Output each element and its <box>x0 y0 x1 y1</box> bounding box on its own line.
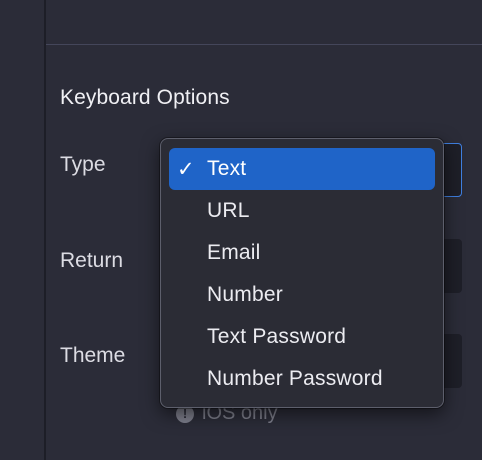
type-dropdown-menu: ✓ Text URL Email Number Text Password Nu… <box>160 138 444 408</box>
left-rail <box>0 0 44 460</box>
menu-item-label: URL <box>207 199 250 222</box>
type-label: Type <box>60 153 106 176</box>
checkmark-icon: ✓ <box>177 157 195 181</box>
menu-item-label: Number Password <box>207 367 383 390</box>
menu-item-label: Text Password <box>207 325 347 348</box>
menu-item-text-password[interactable]: Text Password <box>169 316 435 358</box>
return-label: Return <box>60 249 124 272</box>
menu-item-label: Number <box>207 283 283 306</box>
menu-item-label: Email <box>207 241 261 264</box>
menu-item-email[interactable]: Email <box>169 232 435 274</box>
menu-item-text[interactable]: ✓ Text <box>169 148 435 190</box>
menu-item-url[interactable]: URL <box>169 190 435 232</box>
menu-item-number[interactable]: Number <box>169 274 435 316</box>
menu-item-label: Text <box>207 157 247 180</box>
menu-item-number-password[interactable]: Number Password <box>169 358 435 400</box>
section-title: Keyboard Options <box>60 86 230 109</box>
theme-label: Theme <box>60 344 126 367</box>
section-divider <box>46 44 482 45</box>
top-strip <box>46 0 482 44</box>
